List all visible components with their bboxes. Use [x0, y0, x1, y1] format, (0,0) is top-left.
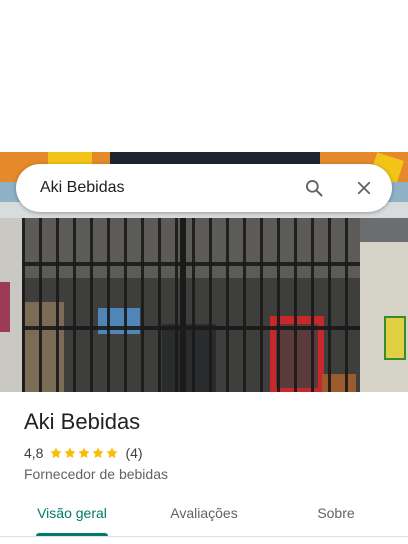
review-count[interactable]: (4): [125, 445, 142, 461]
security-grate: [22, 218, 360, 392]
star-icon: [64, 447, 77, 458]
wall-poster-left: [0, 282, 10, 332]
star-icon: [106, 447, 119, 458]
search-bar[interactable]: Aki Bebidas: [16, 164, 392, 212]
star-icon: [50, 447, 63, 458]
place-title: Aki Bebidas: [24, 409, 141, 434]
wall-poster: [384, 316, 406, 360]
grate-post: [180, 218, 186, 392]
map-blank-area: [0, 0, 408, 152]
rating-value: 4,8: [24, 445, 44, 461]
close-icon[interactable]: [352, 176, 376, 200]
star-icon: [92, 447, 105, 458]
tab-reviews[interactable]: Avaliações: [156, 496, 252, 536]
tab-overview[interactable]: Visão geral: [24, 496, 120, 536]
tabs-divider: [0, 536, 408, 537]
tab-about[interactable]: Sobre: [288, 496, 384, 536]
place-category: Fornecedor de bebidas: [24, 466, 168, 482]
rating-stars: [49, 446, 119, 460]
rating-row[interactable]: 4,8 (4): [24, 443, 143, 463]
search-icon[interactable]: [302, 176, 326, 200]
place-tabs: Visão geral Avaliações Sobre: [0, 496, 408, 536]
search-input[interactable]: Aki Bebidas: [40, 178, 125, 198]
star-icon: [78, 447, 91, 458]
